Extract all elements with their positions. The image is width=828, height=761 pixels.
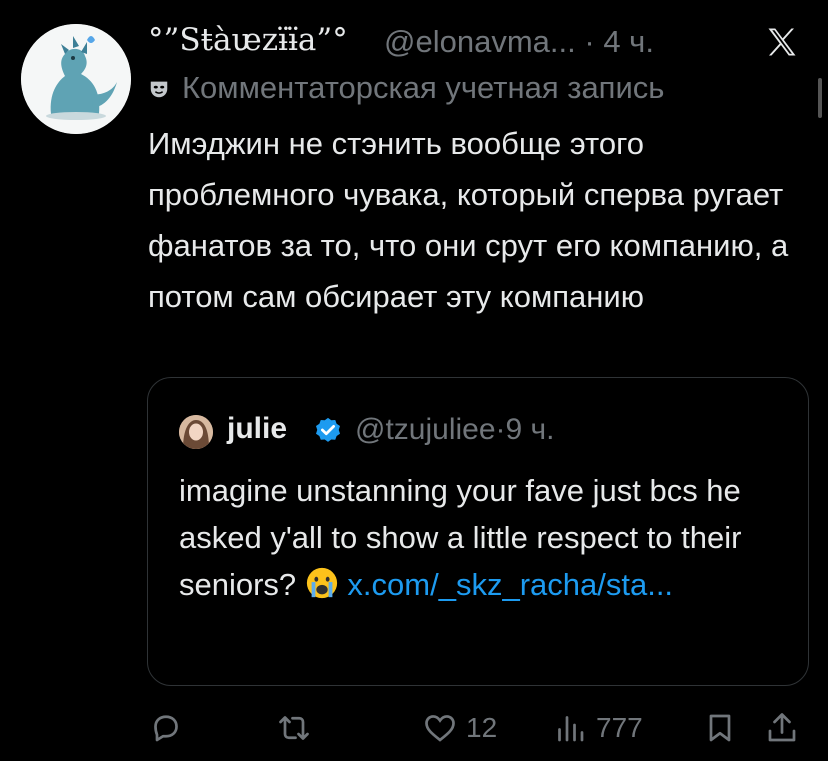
views-icon [558, 716, 584, 742]
x-logo-icon[interactable] [764, 24, 800, 60]
account-type-label: Комментаторская учетная запись [148, 70, 664, 106]
retweet-button[interactable] [276, 700, 312, 756]
avatar[interactable] [21, 24, 131, 134]
godzilla-avatar-image [21, 24, 131, 134]
tweet-header: °”Sŧàᵫzɨ̈ɨ̈a”° @elonavma... · 4 ч. [148, 20, 808, 64]
separator: · [495, 413, 506, 446]
quoted-text: imagine unstanning your fave just bcs he… [179, 467, 789, 608]
share-button[interactable] [764, 700, 800, 756]
scrollbar[interactable] [818, 78, 822, 118]
timestamp[interactable]: 4 ч. [603, 24, 654, 59]
quoted-tweet[interactable]: julie @tzujuliee·9 ч. imagine unstanning… [147, 377, 809, 686]
retweet-icon [279, 716, 309, 740]
quoted-author-name[interactable]: julie [227, 412, 287, 446]
crying-emoji-icon [306, 567, 337, 599]
account-label-text: Комментаторская учетная запись [182, 70, 665, 105]
like-button[interactable]: 12 [422, 700, 497, 756]
separator: · [584, 24, 595, 59]
verified-icon [316, 417, 340, 442]
share-icon [768, 713, 796, 742]
action-bar: 12 777 [148, 700, 828, 756]
mask-icon [150, 81, 168, 98]
tweet-text: Имэджин не стэнить вообще этого проблемн… [148, 126, 789, 314]
views-button[interactable]: 777 [552, 700, 643, 756]
quoted-handle-and-time[interactable]: @tzujuliee·9 ч. [355, 413, 555, 447]
author-handle[interactable]: @elonavma... [384, 24, 576, 59]
bookmark-icon [709, 714, 731, 742]
author-handle-and-time[interactable]: @elonavma... · 4 ч. [384, 24, 654, 60]
quoted-link[interactable]: x.com/_skz_racha/sta... [347, 567, 673, 602]
quoted-avatar-image [179, 415, 213, 449]
reply-button[interactable] [148, 700, 184, 756]
author-name[interactable]: °”Sŧàᵫzɨ̈ɨ̈a”° [148, 22, 348, 58]
like-icon [425, 715, 455, 742]
like-count: 12 [466, 712, 498, 743]
quoted-avatar[interactable] [179, 415, 213, 449]
reply-icon [154, 715, 178, 742]
views-count: 777 [596, 712, 643, 743]
quoted-handle[interactable]: @tzujuliee [355, 413, 496, 446]
bookmark-button[interactable] [702, 700, 738, 756]
quoted-timestamp[interactable]: 9 ч. [506, 413, 555, 446]
